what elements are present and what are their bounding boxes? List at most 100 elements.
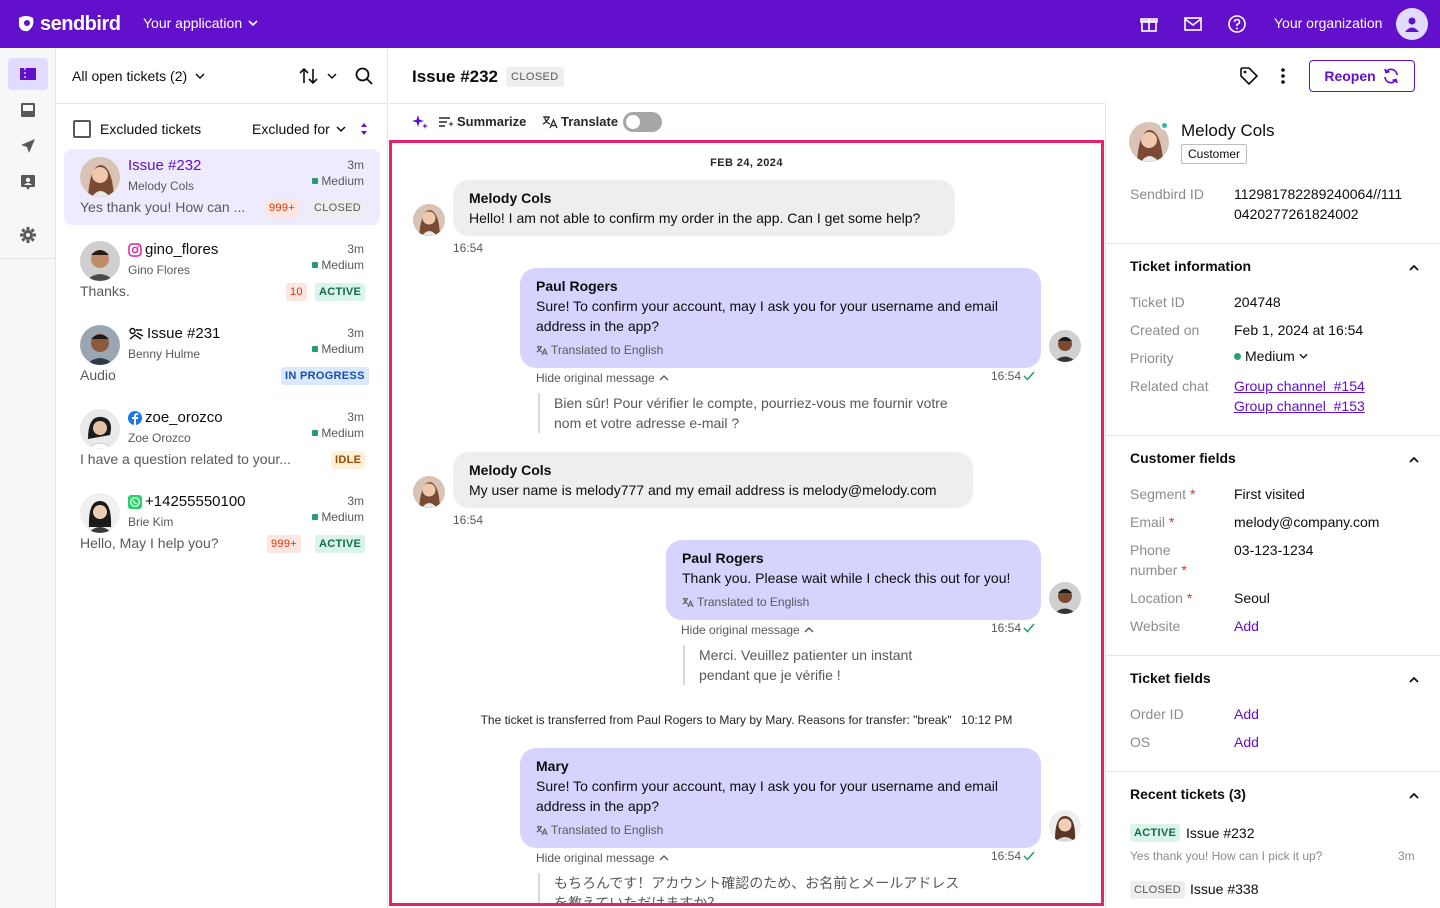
ticket-customer: Gino Flores: [128, 263, 191, 277]
sendbird-id-label: Sendbird ID: [1130, 186, 1204, 202]
hide-original-toggle[interactable]: Hide original message: [681, 623, 814, 637]
mail-icon[interactable]: [1183, 14, 1203, 34]
excluded-for-dropdown[interactable]: Excluded for: [252, 121, 346, 137]
chevron-up-icon: [659, 375, 669, 381]
gift-icon[interactable]: [1139, 14, 1159, 34]
chevron-up-icon[interactable]: [1408, 789, 1420, 801]
status-badge: ACTIVE: [315, 535, 366, 553]
ticket-item[interactable]: Issue #231 Benny Hulme 3m Medium Audio I…: [64, 317, 380, 393]
translate-icon: [536, 825, 548, 835]
application-selector-label: Your application: [143, 15, 243, 31]
inbox-nav-button[interactable]: [8, 94, 48, 126]
campaign-nav-button[interactable]: [8, 130, 48, 162]
agents-nav-button[interactable]: [8, 166, 48, 198]
user-avatar[interactable]: [1396, 8, 1428, 40]
application-selector[interactable]: Your application: [143, 15, 258, 31]
date-separator: FEB 24, 2024: [710, 157, 783, 169]
priority-dot: [312, 346, 319, 352]
os-add-link[interactable]: Add: [1234, 734, 1259, 750]
chevron-down-icon: [327, 73, 337, 80]
email-label-text: Email: [1130, 514, 1166, 530]
user-icon: [1405, 17, 1419, 32]
ticket-customer: Melody Cols: [128, 179, 195, 193]
ticket-id-value: 204748: [1234, 294, 1281, 310]
organization-name[interactable]: Your organization: [1274, 15, 1382, 31]
ticket-id-label: Ticket ID: [1130, 294, 1185, 310]
message-time: 16:54: [453, 241, 484, 255]
excluded-tickets-label: Excluded tickets: [100, 121, 202, 137]
system-message-time: 10:12 PM: [961, 713, 1013, 727]
translation-note-label: Translated to English: [551, 343, 664, 357]
related-chat-link[interactable]: Group channel #153: [1234, 398, 1365, 414]
priority-value: Medium: [1245, 348, 1295, 364]
recent-ticket-name[interactable]: Issue #338: [1190, 881, 1259, 897]
translation-note: Translated to English: [536, 340, 1025, 360]
nav-divider: [0, 258, 56, 259]
required-asterisk: *: [1168, 514, 1175, 530]
status-badge: CLOSED: [310, 199, 366, 217]
avatar: [80, 409, 120, 449]
status-badge: IN PROGRESS: [281, 367, 369, 385]
excluded-tickets-checkbox[interactable]: [73, 120, 91, 138]
hide-original-toggle[interactable]: Hide original message: [536, 371, 669, 385]
translate-icon: [682, 597, 694, 607]
order-id-add-link[interactable]: Add: [1234, 706, 1259, 722]
status-badge: ACTIVE: [315, 283, 366, 301]
chevron-up-icon[interactable]: [1408, 453, 1420, 465]
translate-toggle[interactable]: [623, 112, 662, 132]
required-asterisk: *: [1186, 590, 1193, 606]
sort-dropdown[interactable]: [299, 67, 337, 85]
ticket-filter-dropdown[interactable]: All open tickets (2): [72, 68, 205, 84]
hide-original-toggle[interactable]: Hide original message: [536, 851, 669, 865]
toggle-knob: [626, 115, 640, 129]
translate-button[interactable]: Translate: [542, 114, 618, 129]
recent-ticket-message: Yes thank you! How can I pick it up?: [1130, 849, 1323, 863]
reopen-label: Reopen: [1324, 68, 1376, 84]
summarize-button[interactable]: Summarize: [438, 114, 526, 129]
hide-original-label: Hide original message: [536, 371, 655, 385]
ticket-last-message: Thanks.: [80, 283, 130, 299]
search-icon[interactable]: [354, 66, 374, 89]
ticket-item[interactable]: zoe_orozco Zoe Orozco 3m Medium I have a…: [64, 401, 380, 477]
avatar: [80, 157, 120, 197]
more-icon[interactable]: [1279, 66, 1287, 89]
created-on-value: Feb 1, 2024 at 16:54: [1234, 322, 1364, 338]
ticket-item[interactable]: +14255550100 Brie Kim 3m Medium Hello, M…: [64, 485, 380, 561]
logo-text: sendbird: [40, 12, 121, 35]
sort-order-icon[interactable]: [359, 121, 369, 140]
chevron-up-icon[interactable]: [1408, 261, 1420, 273]
incoming-message: Melody Cols Hello! I am not able to conf…: [453, 180, 955, 236]
channel-icon: [129, 327, 144, 340]
location-label: Location *: [1130, 590, 1192, 606]
summarize-icon: [439, 116, 454, 127]
priority-dot: [312, 514, 319, 520]
help-icon[interactable]: [1227, 14, 1247, 34]
ticket-item[interactable]: gino_flores Gino Flores 3m Medium Thanks…: [64, 233, 380, 309]
message-text: Sure! To confirm your account, may I ask…: [536, 778, 998, 814]
chevron-up-icon[interactable]: [1408, 673, 1420, 685]
priority-dropdown[interactable]: Medium: [1234, 348, 1308, 364]
sort-icon: [299, 67, 318, 85]
sendbird-logo[interactable]: sendbird: [16, 12, 121, 36]
ticket-list-panel: All open tickets (2) Excluded tickets Ex…: [56, 48, 388, 908]
system-message: The ticket is transferred from Paul Roge…: [392, 713, 1101, 727]
tag-icon[interactable]: [1239, 66, 1259, 89]
related-chat-link[interactable]: Group channel #154: [1234, 378, 1365, 394]
settings-nav-button[interactable]: [8, 219, 48, 251]
message-sender: Melody Cols: [469, 190, 552, 206]
reopen-button[interactable]: Reopen: [1309, 60, 1415, 92]
ticket-item[interactable]: Issue #232 Melody Cols 3m Medium Yes tha…: [64, 149, 380, 225]
ticket-time: 3m: [347, 494, 364, 508]
website-add-link[interactable]: Add: [1234, 618, 1259, 634]
priority-label: Medium: [321, 510, 364, 524]
ticket-title: Issue #231: [128, 325, 220, 342]
ticket-priority: Medium: [312, 426, 364, 440]
recent-ticket-name[interactable]: Issue #232: [1186, 825, 1255, 841]
outgoing-message: Mary Sure! To confirm your account, may …: [520, 748, 1041, 848]
gear-icon: [20, 227, 36, 243]
hide-original-label: Hide original message: [536, 851, 655, 865]
ticket-last-message: Yes thank you! How can ...: [80, 199, 246, 215]
tickets-nav-button[interactable]: [8, 58, 48, 90]
outgoing-message: Paul Rogers Thank you. Please wait while…: [666, 540, 1041, 620]
hide-original-label: Hide original message: [681, 623, 800, 637]
